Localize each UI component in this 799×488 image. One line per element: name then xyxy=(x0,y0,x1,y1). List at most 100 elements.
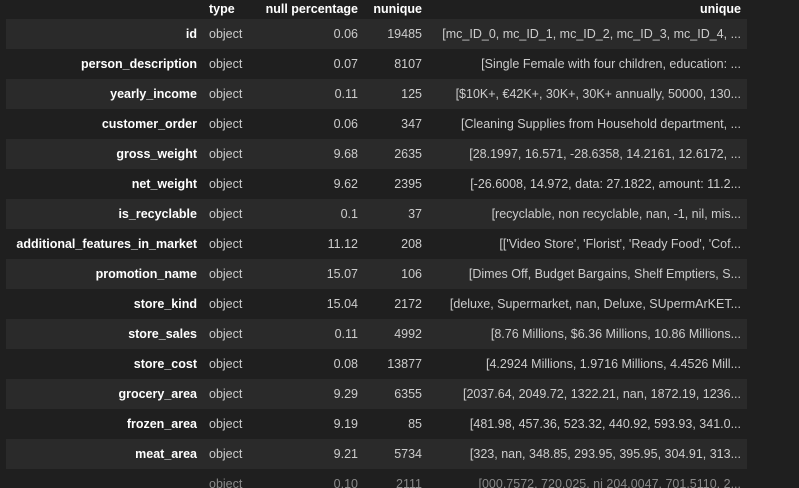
cell-unique: [Dimes Off, Budget Bargains, Shelf Empti… xyxy=(468,267,741,281)
row-index: id xyxy=(185,27,197,41)
cell-null-percentage: 9.19 xyxy=(333,417,358,431)
cell-unique: [4.2924 Millions, 1.9716 Millions, 4.452… xyxy=(486,357,741,371)
cell-null-percentage: 0.10 xyxy=(333,477,358,488)
cell-nunique: 6355 xyxy=(394,387,422,401)
cell-nunique: 37 xyxy=(408,207,422,221)
cell-unique: [481.98, 457.36, 523.32, 440.92, 593.93,… xyxy=(469,417,741,431)
table-row-partial: object 0.10 2111 [000.7572, 720.025, ni … xyxy=(6,469,747,488)
row-index: yearly_income xyxy=(110,87,197,101)
table-row: promotion_name object 15.07 106 [Dimes O… xyxy=(6,259,747,289)
cell-unique: [recyclable, non recyclable, nan, -1, ni… xyxy=(491,207,741,221)
cell-unique: [Single Female with four children, educa… xyxy=(481,57,741,71)
table-row: store_sales object 0.11 4992 [8.76 Milli… xyxy=(6,319,747,349)
table-row: store_cost object 0.08 13877 [4.2924 Mil… xyxy=(6,349,747,379)
cell-null-percentage: 9.62 xyxy=(333,177,358,191)
table-body: id object 0.06 19485 [mc_ID_0, mc_ID_1, … xyxy=(6,19,747,488)
table-row: additional_features_in_market object 11.… xyxy=(6,229,747,259)
cell-null-percentage: 15.04 xyxy=(326,297,358,311)
header-type: type xyxy=(209,2,235,16)
row-index: is_recyclable xyxy=(118,207,197,221)
cell-nunique: 2111 xyxy=(396,477,422,488)
cell-null-percentage: 11.12 xyxy=(327,237,358,251)
table-row: grocery_area object 9.29 6355 [2037.64, … xyxy=(6,379,747,409)
table-row: is_recyclable object 0.1 37 [recyclable,… xyxy=(6,199,747,229)
row-index: person_description xyxy=(81,57,197,71)
cell-unique: [8.76 Millions, $6.36 Millions, 10.86 Mi… xyxy=(490,327,741,341)
cell-nunique: 8107 xyxy=(394,57,422,71)
cell-nunique: 19485 xyxy=(387,27,422,41)
cell-null-percentage: 0.08 xyxy=(333,357,358,371)
cell-unique: [-26.6008, 14.972, data: 27.1822, amount… xyxy=(470,177,741,191)
cell-type: object xyxy=(209,417,243,431)
cell-nunique: 13877 xyxy=(387,357,422,371)
table-row: frozen_area object 9.19 85 [481.98, 457.… xyxy=(6,409,747,439)
cell-type: object xyxy=(209,477,243,488)
cell-type: object xyxy=(209,447,243,461)
cell-type: object xyxy=(209,147,243,161)
cell-null-percentage: 9.21 xyxy=(333,447,358,461)
cell-null-percentage: 0.1 xyxy=(340,207,358,221)
cell-unique: [000.7572, 720.025, ni 204.0047, 701.511… xyxy=(478,477,742,488)
cell-null-percentage: 0.11 xyxy=(334,327,358,341)
row-index: grocery_area xyxy=(118,387,197,401)
table-row: person_description object 0.07 8107 [Sin… xyxy=(6,49,747,79)
cell-null-percentage: 9.68 xyxy=(333,147,358,161)
header-row: type null percentage nunique unique xyxy=(6,0,747,19)
table-row: net_weight object 9.62 2395 [-26.6008, 1… xyxy=(6,169,747,199)
cell-nunique: 85 xyxy=(408,417,422,431)
row-index: frozen_area xyxy=(126,417,197,431)
row-index xyxy=(6,469,203,488)
header-nunique: nunique xyxy=(373,2,422,16)
cell-null-percentage: 9.29 xyxy=(333,387,358,401)
row-index: store_cost xyxy=(133,357,197,371)
row-index: gross_weight xyxy=(116,147,197,161)
header-unique: unique xyxy=(700,2,741,16)
cell-nunique: 4992 xyxy=(394,327,422,341)
table-row: store_kind object 15.04 2172 [deluxe, Su… xyxy=(6,289,747,319)
table-row: gross_weight object 9.68 2635 [28.1997, … xyxy=(6,139,747,169)
cell-unique: [Cleaning Supplies from Household depart… xyxy=(460,117,741,131)
table-row: id object 0.06 19485 [mc_ID_0, mc_ID_1, … xyxy=(6,19,747,49)
cell-nunique: 208 xyxy=(401,237,422,251)
header-index xyxy=(6,0,203,19)
row-index: store_sales xyxy=(128,327,197,341)
header-null-percentage: null percentage xyxy=(265,2,358,16)
cell-nunique: 2395 xyxy=(394,177,422,191)
table-row: customer_order object 0.06 347 [Cleaning… xyxy=(6,109,747,139)
cell-unique: [['Video Store', 'Florist', 'Ready Food'… xyxy=(499,237,741,251)
cell-type: object xyxy=(209,207,243,221)
cell-nunique: 5734 xyxy=(394,447,422,461)
cell-unique: [mc_ID_0, mc_ID_1, mc_ID_2, mc_ID_3, mc_… xyxy=(442,27,741,41)
cell-type: object xyxy=(209,387,243,401)
cell-nunique: 347 xyxy=(401,117,422,131)
cell-type: object xyxy=(209,357,243,371)
cell-type: object xyxy=(209,177,243,191)
cell-null-percentage: 0.06 xyxy=(333,117,358,131)
cell-null-percentage: 0.06 xyxy=(333,27,358,41)
row-index: store_kind xyxy=(133,297,197,311)
cell-unique: [323, nan, 348.85, 293.95, 395.95, 304.9… xyxy=(469,447,741,461)
cell-type: object xyxy=(209,57,243,71)
table-row: yearly_income object 0.11 125 [$10K+, €4… xyxy=(6,79,747,109)
cell-type: object xyxy=(209,87,243,101)
cell-nunique: 125 xyxy=(401,87,422,101)
row-index: customer_order xyxy=(101,117,197,131)
cell-unique: [$10K+, €42K+, 30K+, 30K+ annually, 5000… xyxy=(455,87,741,101)
cell-unique: [deluxe, Supermarket, nan, Deluxe, SUper… xyxy=(449,297,741,311)
row-index: promotion_name xyxy=(95,267,197,281)
cell-null-percentage: 15.07 xyxy=(326,267,358,281)
cell-unique: [2037.64, 2049.72, 1322.21, nan, 1872.19… xyxy=(462,387,741,401)
table-row: meat_area object 9.21 5734 [323, nan, 34… xyxy=(6,439,747,469)
dataframe-table: type null percentage nunique unique id o… xyxy=(6,0,747,488)
table-header: type null percentage nunique unique xyxy=(6,0,747,19)
cell-type: object xyxy=(209,117,243,131)
row-index: meat_area xyxy=(135,447,197,461)
cell-null-percentage: 0.11 xyxy=(334,87,358,101)
cell-nunique: 106 xyxy=(401,267,422,281)
cell-type: object xyxy=(209,267,243,281)
cell-nunique: 2635 xyxy=(394,147,422,161)
cell-type: object xyxy=(209,27,243,41)
cell-nunique: 2172 xyxy=(394,297,422,311)
cell-type: object xyxy=(209,237,243,251)
row-index: additional_features_in_market xyxy=(16,237,197,251)
